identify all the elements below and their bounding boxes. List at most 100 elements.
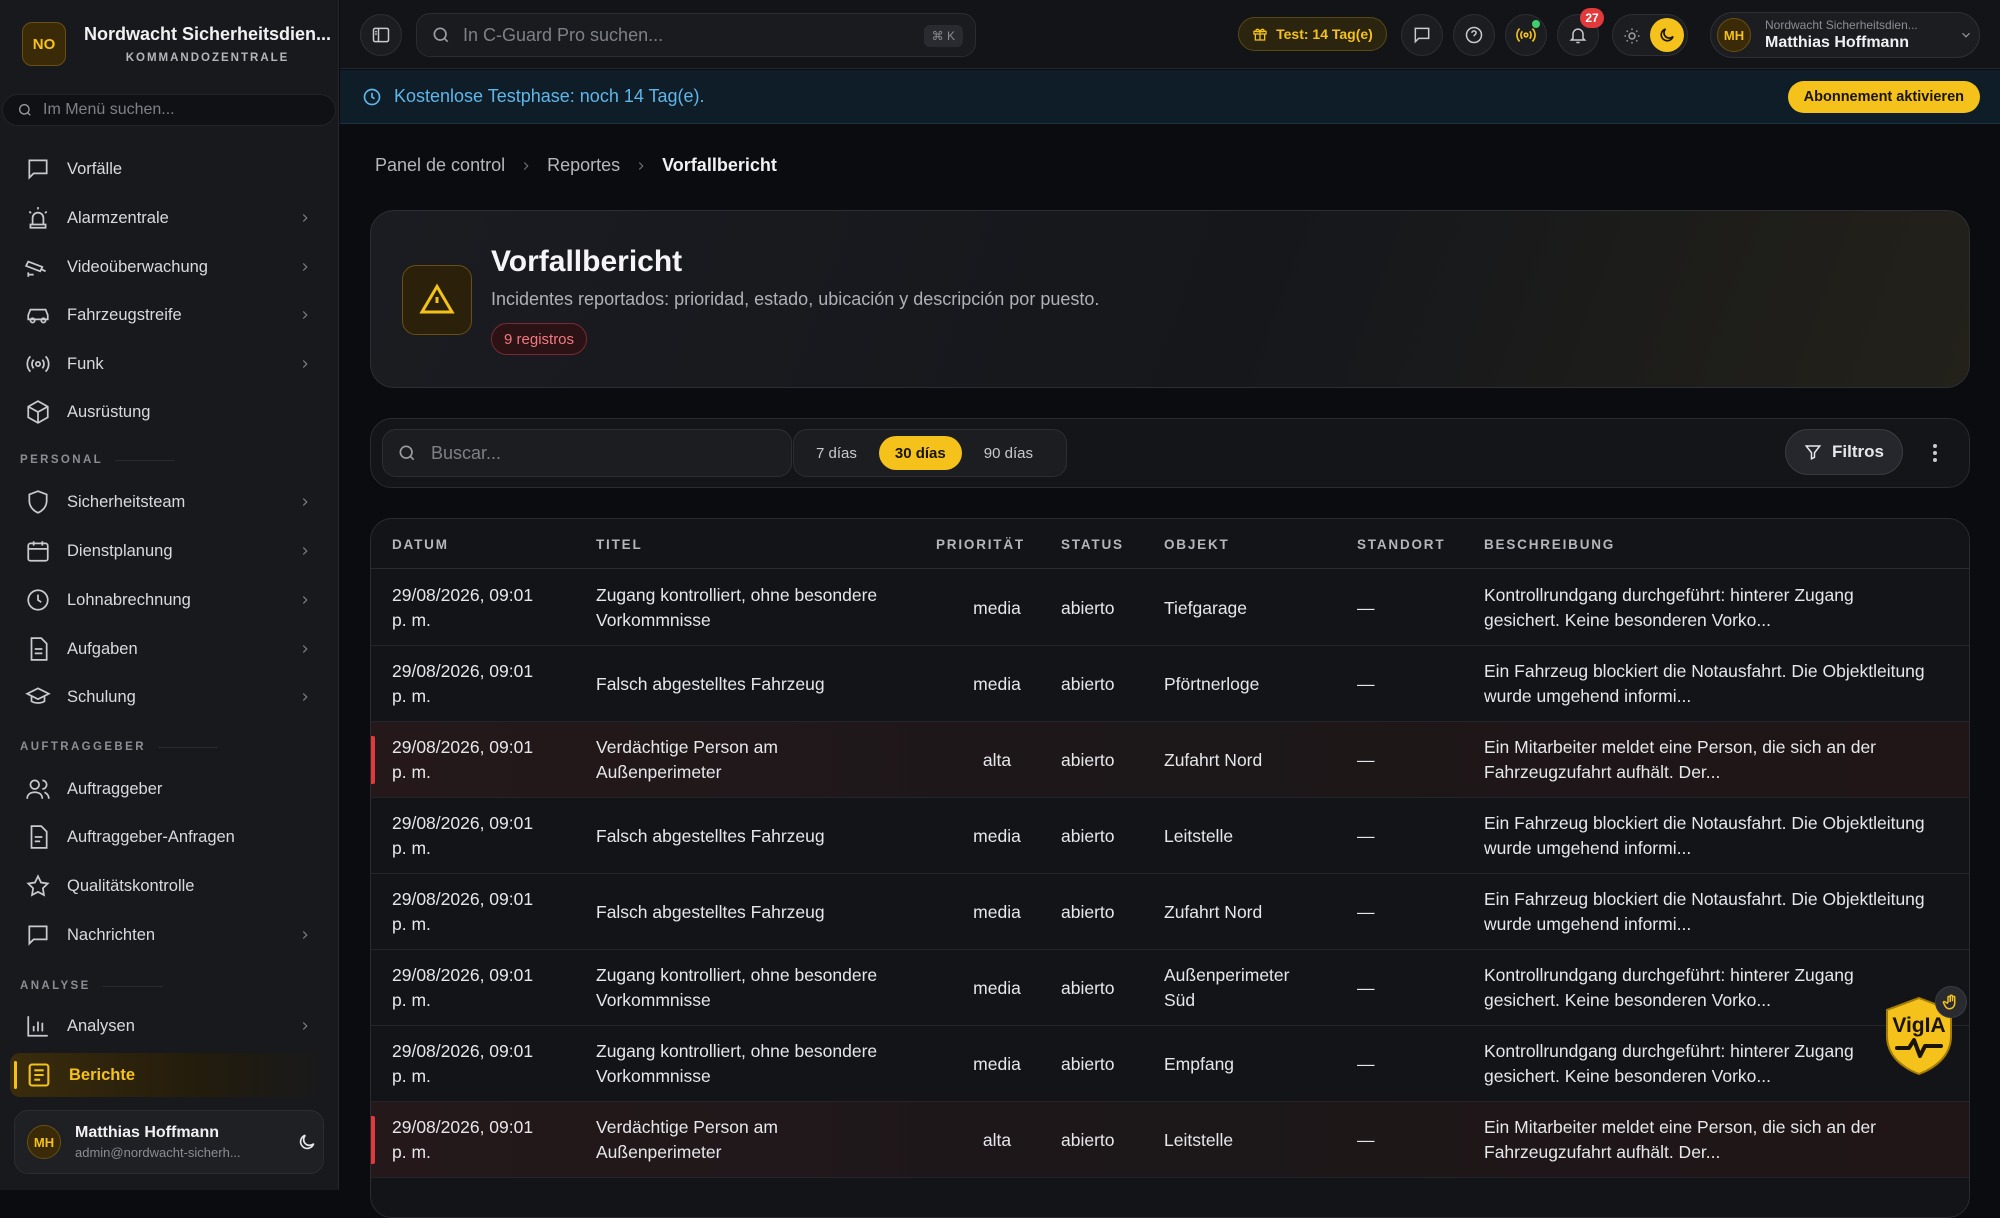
star-icon: [26, 874, 50, 897]
table-row[interactable]: 29/08/2026, 09:01 p. m. Verdächtige Person…: [371, 1102, 1969, 1178]
sidebar-search-input[interactable]: Im Menü suchen...: [2, 94, 336, 126]
sidebar-item-label: Nachrichten: [67, 925, 156, 944]
drag-handle[interactable]: [1935, 986, 1967, 1018]
cell-objekt: Zufahrt Nord: [1164, 902, 1263, 922]
graduation-cap-icon: [25, 687, 51, 704]
activate-subscription-button[interactable]: Abonnement aktivieren: [1787, 81, 1980, 113]
brand[interactable]: NO Nordwacht Sicherheitsdien... KOMMANDO…: [22, 22, 331, 66]
table-row[interactable]: 29/08/2026, 09:01 p. m. Verdächtige Person…: [371, 722, 1969, 798]
cell-status: abierto: [1061, 1130, 1115, 1150]
table-row[interactable]: 29/08/2026, 09:01 p. m. Zugang kontrollier…: [371, 950, 1969, 1026]
sidebar-item-alarmzentrale[interactable]: Alarmzentrale: [10, 196, 326, 240]
column-header-datum[interactable]: DATUM: [392, 537, 449, 552]
cell-status: abierto: [1061, 674, 1115, 694]
range-7-days-button[interactable]: 7 días: [800, 436, 873, 470]
sidebar-item-qualitaetskontrolle[interactable]: Qualitätskontrolle: [10, 864, 326, 908]
sidebar-item-label: Berichte: [69, 1065, 136, 1084]
column-header-objekt[interactable]: OBJEKT: [1164, 537, 1230, 552]
cell-objekt: Pförtnerloge: [1164, 674, 1260, 694]
sidebar-item-label: Auftraggeber: [67, 779, 163, 798]
sidebar-item-label: Vorfälle: [67, 159, 123, 178]
theme-toggle[interactable]: [1612, 14, 1688, 56]
sidebar-item-nachrichten[interactable]: Nachrichten: [10, 913, 326, 957]
cell-standort: —: [1357, 902, 1375, 922]
global-search-input[interactable]: In C-Guard Pro suchen... ⌘ K: [416, 13, 976, 57]
cell-standort: —: [1357, 1054, 1375, 1074]
sidebar-item-auftraggeber[interactable]: Auftraggeber: [10, 767, 326, 811]
cell-status: abierto: [1061, 978, 1115, 998]
sidebar-item-berichte[interactable]: Berichte: [10, 1053, 326, 1097]
chevron-right-icon: [302, 1022, 308, 1030]
calendar-icon: [27, 541, 49, 562]
chevron-right-icon: [302, 547, 308, 555]
moon-icon: [1650, 18, 1684, 52]
help-button[interactable]: [1453, 14, 1495, 56]
cell-status: abierto: [1061, 902, 1115, 922]
cell-titel: Falsch abgestelltes Fahrzeug: [596, 674, 825, 694]
cell-titel: Zugang kontrolliert, ohne besondere Vorko…: [596, 1041, 878, 1086]
shortcut-hint: ⌘ K: [923, 25, 963, 47]
brand-subtitle: KOMMANDOZENTRALE: [125, 52, 290, 64]
more-options-button[interactable]: [1923, 439, 1947, 467]
table-row[interactable]: 29/08/2026, 09:01 p. m. Falsch abgestellte…: [371, 874, 1969, 950]
sidebar-item-lohnabrechnung[interactable]: Lohnabrechnung: [10, 578, 326, 622]
radio-icon: [26, 355, 50, 373]
clock-icon: [27, 589, 49, 611]
sidebar-item-aufgaben[interactable]: Aufgaben: [10, 627, 326, 671]
chevron-right-icon: [523, 161, 529, 170]
sidebar-user-card[interactable]: MH Matthias Hoffmann admin@nordwacht-sic…: [14, 1110, 324, 1174]
record-count-badge: 9 registros: [491, 323, 588, 355]
sidebar-item-fahrzeugstreife[interactable]: Fahrzeugstreife: [10, 293, 326, 337]
cell-prioritaet: media: [973, 902, 1021, 922]
cell-titel: Zugang kontrolliert, ohne besondere Vorko…: [596, 585, 878, 630]
sidebar-item-schulung[interactable]: Schulung: [10, 675, 326, 719]
cell-standort: —: [1357, 978, 1375, 998]
brand-logo: NO: [22, 22, 66, 66]
column-header-prioritaet[interactable]: PRIORITÄT: [936, 537, 1025, 552]
range-30-days-button[interactable]: 30 días: [878, 436, 962, 470]
sidebar-item-sicherheitsteam[interactable]: Sicherheitsteam: [10, 480, 326, 524]
breadcrumb-item[interactable]: Panel de control: [375, 155, 505, 176]
avatar: MH: [27, 1125, 61, 1159]
trial-badge[interactable]: Test: 14 Tag(e): [1238, 17, 1387, 51]
moon-icon[interactable]: [297, 1132, 317, 1152]
cell-standort: —: [1357, 598, 1375, 618]
sidebar-item-analysen[interactable]: Analysen: [10, 1004, 326, 1048]
table-row[interactable]: 29/08/2026, 09:01 p. m. Falsch abgestellte…: [371, 646, 1969, 722]
cell-prioritaet: media: [973, 1054, 1021, 1074]
column-header-status[interactable]: STATUS: [1061, 537, 1124, 552]
sidebar-item-auftraggeber-anfragen[interactable]: Auftraggeber-Anfragen: [10, 815, 326, 859]
table-search-placeholder: Buscar...: [431, 442, 502, 463]
sidebar-toggle-button[interactable]: [360, 14, 402, 56]
breadcrumb: Panel de control Reportes Vorfallbericht: [375, 155, 777, 176]
chevron-right-icon: [302, 931, 308, 939]
filters-button[interactable]: Filtros: [1785, 429, 1903, 475]
column-header-titel[interactable]: TITEL: [596, 537, 643, 552]
clock-icon: [363, 88, 381, 105]
sidebar-item-funk[interactable]: Funk: [10, 342, 326, 386]
radio-status-button[interactable]: [1505, 14, 1547, 56]
breadcrumb-item[interactable]: Reportes: [547, 155, 620, 176]
users-icon: [26, 779, 50, 799]
sidebar-item-ausruestung[interactable]: Ausrüstung: [10, 390, 326, 434]
cell-standort: —: [1357, 826, 1375, 846]
column-header-beschreibung[interactable]: BESCHREIBUNG: [1484, 537, 1615, 552]
sun-icon: [1624, 28, 1640, 44]
user-menu[interactable]: MH Nordwacht Sicherheitsdien... Matthias…: [1710, 12, 1980, 58]
table-row[interactable]: 29/08/2026, 09:01 p. m. Falsch abgestellte…: [371, 798, 1969, 874]
messages-button[interactable]: [1401, 14, 1443, 56]
sidebar-item-label: Schulung: [67, 687, 136, 706]
table-row[interactable]: 29/08/2026, 09:01 p. m. Zugang kontrollier…: [371, 1026, 1969, 1102]
avatar: MH: [1717, 18, 1751, 52]
search-icon: [399, 445, 415, 461]
table-row[interactable]: 29/08/2026, 09:01 p. m. Zugang kontrollier…: [371, 570, 1969, 646]
range-90-days-button[interactable]: 90 días: [968, 436, 1049, 470]
chevron-right-icon: [638, 161, 644, 170]
sidebar-item-vorfaelle[interactable]: Vorfälle: [10, 147, 326, 191]
column-header-standort[interactable]: STANDORT: [1357, 537, 1445, 552]
sidebar-item-label: Funk: [67, 354, 104, 373]
sidebar-item-videoueberwachung[interactable]: Videoüberwachung: [10, 245, 326, 289]
table-search-input[interactable]: Buscar...: [382, 429, 792, 477]
sidebar-item-dienstplanung[interactable]: Dienstplanung: [10, 529, 326, 573]
online-dot: [1532, 20, 1540, 28]
